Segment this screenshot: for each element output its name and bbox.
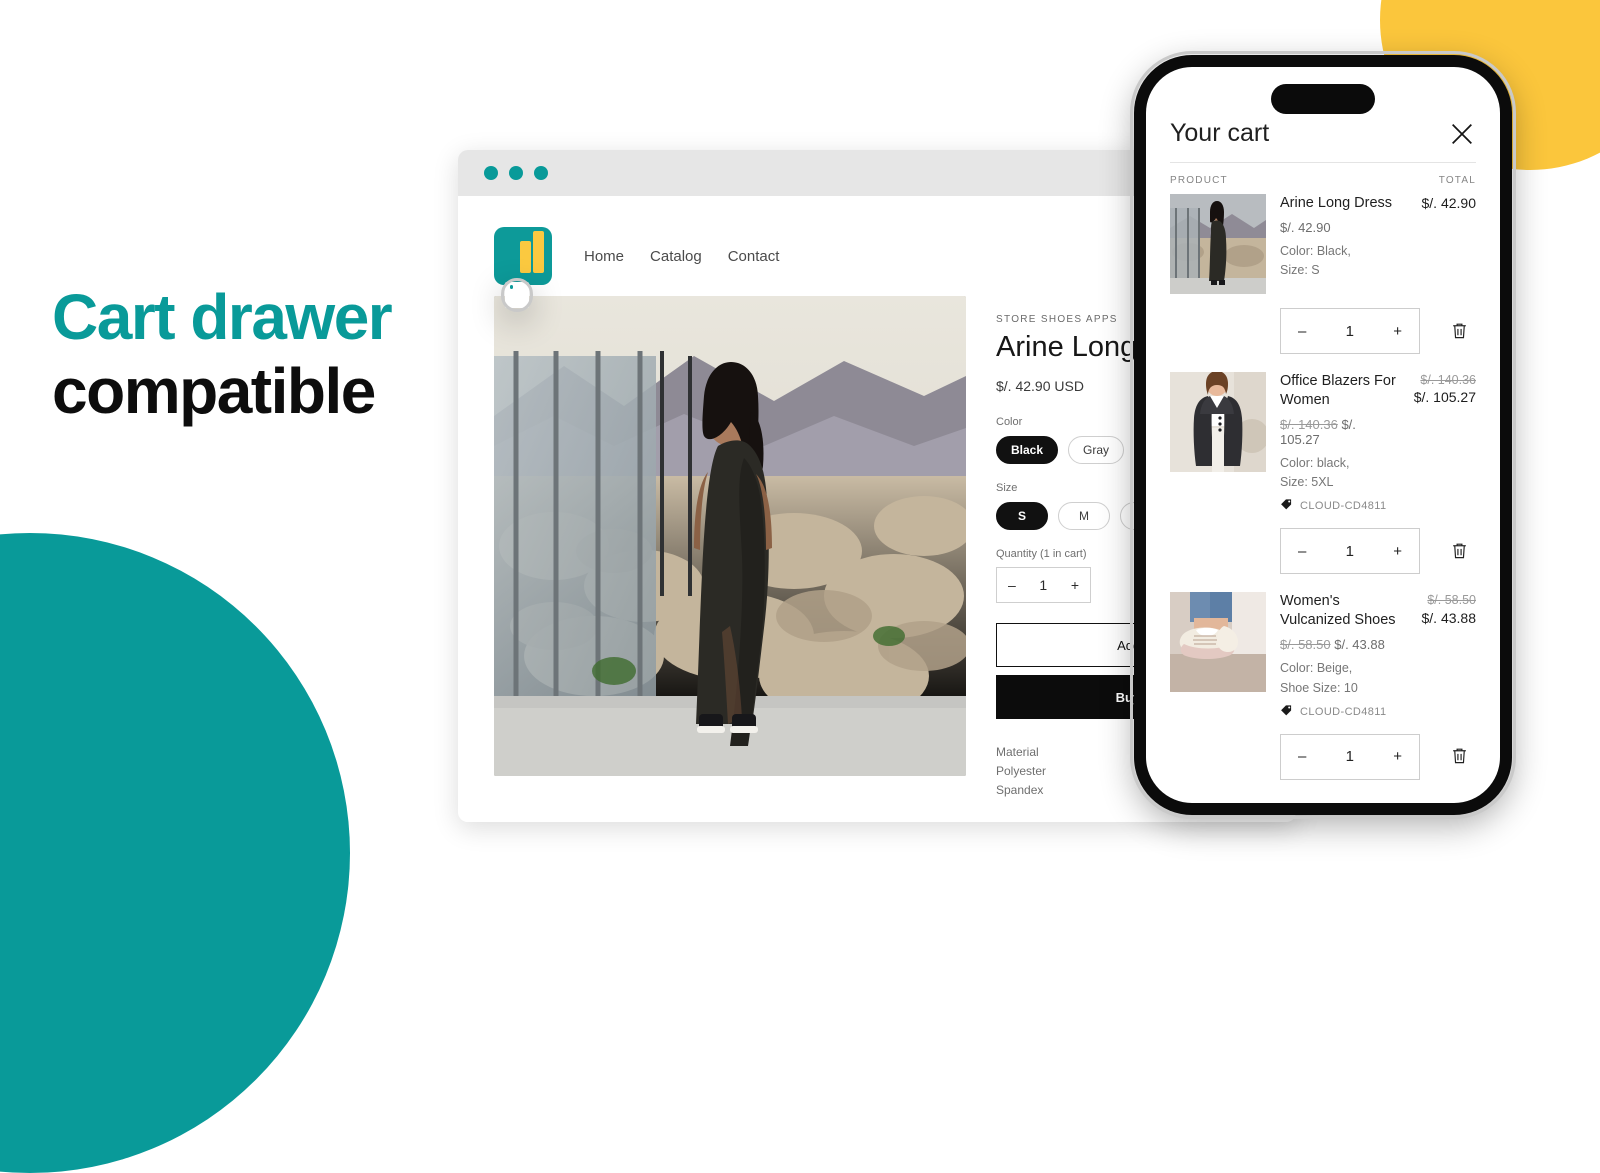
close-icon[interactable] — [1448, 120, 1476, 148]
cart-quantity-decrease[interactable]: – — [1298, 543, 1306, 560]
phone-mockup: Your cart PRODUCT TOTAL Arine Long Dress… — [1130, 51, 1516, 819]
cart-item-current-price: $/. 42.90 — [1280, 219, 1331, 235]
cart-title: Your cart — [1170, 119, 1270, 147]
cart-quantity-value: 1 — [1345, 748, 1354, 766]
cart-item-total-old: $/. 140.36 — [1420, 373, 1476, 387]
nav-item-contact[interactable]: Contact — [728, 248, 780, 265]
phone-screen: Your cart PRODUCT TOTAL Arine Long Dress… — [1146, 67, 1500, 803]
nav-item-catalog[interactable]: Catalog — [650, 248, 702, 265]
cart-item-sku-text: CLOUD-CD4811 — [1300, 705, 1387, 718]
cart-item-price: $/. 140.36 $/. 105.27 — [1280, 417, 1398, 447]
cart-item-total: $/. 58.50 $/. 43.88 — [1412, 592, 1477, 719]
cart-item-variant-size: Size: S — [1280, 263, 1320, 278]
cart-item-old-price: $/. 58.50 — [1280, 637, 1331, 653]
size-option-s[interactable]: S — [996, 502, 1048, 530]
decorative-teal-circle — [0, 533, 350, 1173]
cart-item-name[interactable]: Women's Vulcanized Shoes — [1280, 592, 1398, 630]
cart-item-info: Office Blazers For Women $/. 140.36 $/. … — [1280, 372, 1398, 514]
cart-item-total-current: $/. 43.88 — [1421, 609, 1477, 626]
cart-item-sku-text: CLOUD-CD4811 — [1300, 500, 1387, 513]
store-logo[interactable] — [494, 227, 552, 312]
cart-item-variant-color: Color: Black, — [1280, 243, 1351, 258]
window-dot-minimize[interactable] — [509, 166, 523, 180]
remove-item-icon[interactable] — [1450, 541, 1469, 562]
cart-quantity-stepper[interactable]: – 1 + — [1280, 733, 1420, 780]
cart-item-thumbnail[interactable] — [1170, 592, 1266, 693]
cart-quantity-value: 1 — [1345, 322, 1354, 340]
cart-item-total-old: $/. 58.50 — [1427, 593, 1476, 608]
promo-headline: Cart drawer compatible — [52, 281, 393, 427]
cart-col-total: TOTAL — [1438, 175, 1476, 186]
remove-item-icon[interactable] — [1450, 746, 1469, 767]
cart-drawer-header: Your cart — [1146, 67, 1500, 162]
product-gallery-image[interactable] — [494, 296, 966, 776]
quantity-value: 1 — [1039, 577, 1048, 593]
main-nav: Home Catalog Contact — [584, 248, 779, 265]
cart-item-old-price: $/. 140.36 — [1280, 416, 1338, 432]
cart-quantity-increase[interactable]: + — [1393, 323, 1402, 340]
cart-item-name[interactable]: Arine Long Dress — [1280, 194, 1398, 213]
cart-item-thumbnail[interactable] — [1170, 194, 1266, 294]
cart-item: Office Blazers For Women $/. 140.36 $/. … — [1170, 372, 1476, 528]
cart-item-variant-size: Size: 5XL — [1280, 475, 1334, 490]
quantity-decrease-button[interactable]: – — [1008, 577, 1016, 593]
cart-item: Arine Long Dress $/. 42.90 Color: Black,… — [1170, 194, 1476, 308]
window-dot-maximize[interactable] — [534, 166, 548, 180]
cart-quantity-stepper[interactable]: – 1 + — [1280, 308, 1420, 354]
cart-item-current-price: $/. 43.88 — [1334, 637, 1385, 653]
cart-item-info: Women's Vulcanized Shoes $/. 58.50 $/. 4… — [1280, 592, 1398, 719]
cart-quantity-increase[interactable]: + — [1393, 748, 1402, 765]
headline-line-1: Cart drawer — [52, 281, 393, 353]
cart-item-info: Arine Long Dress $/. 42.90 Color: Black,… — [1280, 194, 1398, 294]
cart-quantity-decrease[interactable]: – — [1298, 748, 1306, 765]
logo-phone-shape — [501, 278, 533, 312]
cart-quantity-value: 1 — [1345, 542, 1354, 560]
cart-item-variant-size: Shoe Size: 10 — [1280, 680, 1358, 695]
cart-item-total-current: $/. 105.27 — [1413, 389, 1476, 406]
logo-bar-small — [520, 241, 531, 273]
cart-item-variant-color: Color: black, — [1280, 455, 1350, 470]
logo-bar-large — [533, 231, 544, 273]
cart-quantity-increase[interactable]: + — [1393, 543, 1402, 560]
color-option-black[interactable]: Black — [996, 436, 1059, 464]
cart-column-headers: PRODUCT TOTAL — [1170, 162, 1476, 194]
nav-item-home[interactable]: Home — [584, 248, 624, 265]
cart-item-variant-color: Color: Beige, — [1280, 661, 1353, 676]
cart-item-total: $/. 140.36 $/. 105.27 — [1412, 372, 1476, 514]
cart-item-total: $/. 42.90 — [1421, 195, 1477, 211]
tag-icon — [1280, 704, 1293, 720]
remove-item-icon[interactable] — [1450, 321, 1469, 342]
cart-item-name[interactable]: Office Blazers For Women — [1280, 372, 1398, 410]
quantity-stepper[interactable]: – 1 + — [996, 567, 1091, 603]
cart-item-price: $/. 58.50 $/. 43.88 — [1280, 637, 1398, 652]
cart-quantity-decrease[interactable]: – — [1298, 323, 1306, 340]
cart-item-sku: CLOUD-CD4811 — [1280, 704, 1398, 720]
cart-quantity-stepper[interactable]: – 1 + — [1280, 528, 1420, 575]
cart-item-list: Arine Long Dress $/. 42.90 Color: Black,… — [1146, 194, 1500, 798]
color-option-gray[interactable]: Gray — [1068, 436, 1125, 464]
tag-icon — [1280, 498, 1293, 514]
cart-item: Women's Vulcanized Shoes $/. 58.50 $/. 4… — [1170, 592, 1476, 733]
quantity-increase-button[interactable]: + — [1071, 577, 1079, 593]
cart-col-product: PRODUCT — [1170, 175, 1228, 186]
cart-item-sku: CLOUD-CD4811 — [1280, 498, 1398, 514]
cart-item-actions: – 1 + — [1170, 308, 1476, 372]
cart-item-actions: – 1 + — [1170, 528, 1476, 592]
cart-item-price: $/. 42.90 — [1280, 220, 1398, 235]
size-option-m[interactable]: M — [1058, 502, 1110, 530]
cart-item-actions: – 1 + — [1170, 733, 1476, 798]
window-dot-close[interactable] — [484, 166, 498, 180]
dynamic-island — [1271, 84, 1375, 114]
cart-item-thumbnail[interactable] — [1170, 372, 1266, 472]
headline-line-2: compatible — [52, 355, 376, 427]
